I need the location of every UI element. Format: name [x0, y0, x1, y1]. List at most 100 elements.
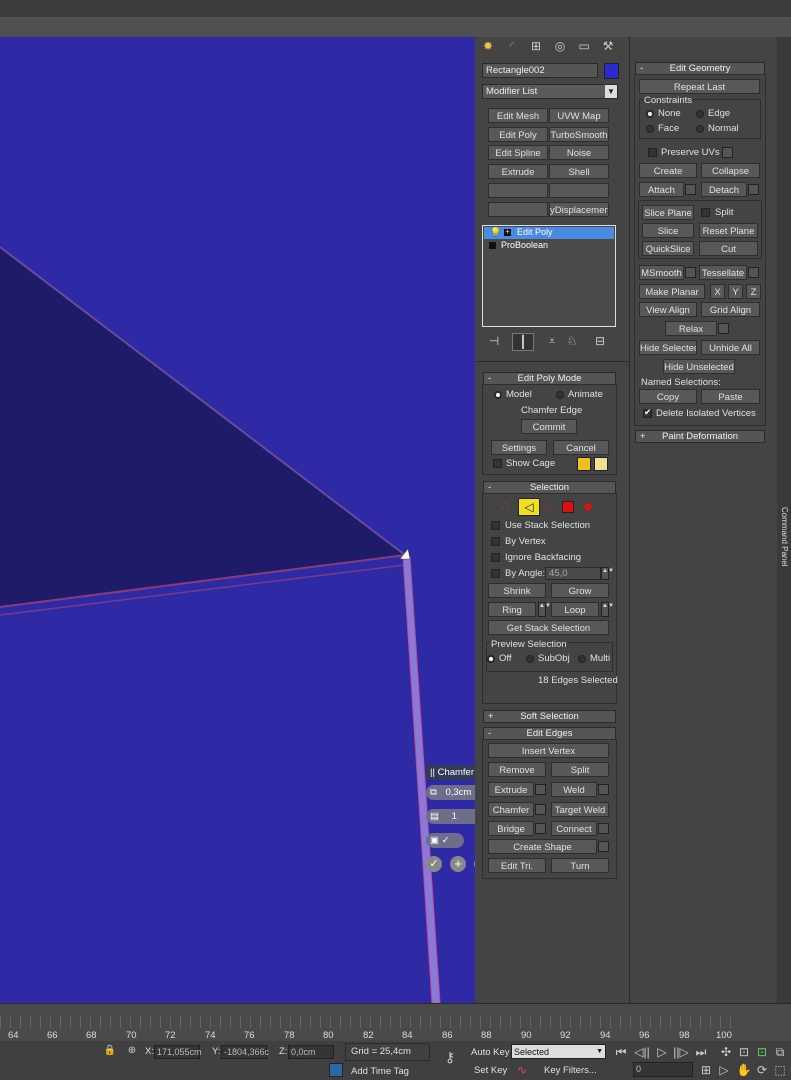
make-planar-button[interactable]: Make Planar: [639, 284, 705, 299]
view-align-button[interactable]: View Align: [639, 302, 697, 317]
use-stack-selection-checkbox[interactable]: [491, 521, 500, 530]
paste-button[interactable]: Paste: [701, 389, 760, 404]
modifier-button-edit-spline[interactable]: Edit Spline: [488, 145, 548, 160]
pan-icon[interactable]: ✋: [734, 1062, 754, 1078]
pin-stack-icon[interactable]: ⊣: [484, 333, 504, 349]
connect-button[interactable]: Connect: [551, 821, 597, 836]
soft-selection-rollout-header[interactable]: + Soft Selection: [483, 710, 616, 723]
modifier-stack[interactable]: 💡 + Edit Poly ProBoolean: [482, 225, 616, 327]
insert-vertex-button[interactable]: Insert Vertex: [488, 743, 609, 758]
constraint-normal-radio[interactable]: [696, 125, 704, 133]
utilities-tab-icon[interactable]: ⚒: [598, 38, 618, 54]
remove-modifier-icon[interactable]: ♘: [562, 333, 582, 349]
next-frame-icon[interactable]: ||▷: [671, 1044, 691, 1060]
modifier-button-edit-poly[interactable]: Edit Poly: [488, 127, 548, 142]
grow-button[interactable]: Grow: [551, 583, 609, 598]
loop-spinner-icon[interactable]: ▲▼: [601, 602, 614, 617]
object-name-field[interactable]: Rectangle002: [482, 63, 598, 78]
edit-tri-button[interactable]: Edit Tri.: [488, 858, 546, 873]
play-icon[interactable]: ▷: [652, 1044, 672, 1060]
preserve-uvs-settings-icon[interactable]: [722, 147, 733, 158]
bridge-button[interactable]: Bridge: [488, 821, 534, 836]
preserve-uvs-checkbox[interactable]: [648, 148, 657, 157]
key-mode-dropdown[interactable]: Selected ▼: [511, 1044, 606, 1059]
auto-key-button[interactable]: Auto Key: [471, 1047, 510, 1058]
caddy-ok-icon[interactable]: ✓: [426, 856, 442, 872]
planar-z-button[interactable]: Z: [746, 284, 761, 299]
hierarchy-tab-icon[interactable]: ⊞: [526, 38, 546, 54]
timeline[interactable]: 64 66 68 70 72 74 76 78 80 82 84 86 88 9…: [0, 1003, 791, 1042]
command-panel-tab[interactable]: Command Panel: [777, 37, 791, 1003]
element-mode-icon[interactable]: ◆: [578, 498, 598, 514]
constraint-face-radio[interactable]: [646, 125, 654, 133]
goto-start-icon[interactable]: ⏮: [611, 1044, 631, 1060]
caddy-apply-icon[interactable]: +: [450, 856, 466, 872]
by-vertex-checkbox[interactable]: [491, 537, 500, 546]
modifier-button-ydisplacement[interactable]: yDisplacement: [549, 202, 609, 217]
key-icon[interactable]: ⚷: [438, 1049, 462, 1065]
preview-off-radio[interactable]: [487, 655, 495, 663]
slice-button[interactable]: Slice: [642, 223, 694, 238]
bridge-settings-icon[interactable]: [535, 823, 546, 834]
z-coord-field[interactable]: 0,0cm: [288, 1045, 334, 1059]
shrink-button[interactable]: Shrink: [488, 583, 546, 598]
cage-color-swatch[interactable]: [577, 457, 591, 471]
modifier-button-turbosmooth[interactable]: TurboSmooth: [549, 127, 609, 142]
field-of-view-icon[interactable]: ⧉: [770, 1044, 790, 1060]
chamfer-open-toggle[interactable]: ▣ ✓: [426, 833, 464, 848]
paint-deformation-rollout-header[interactable]: + Paint Deformation: [635, 430, 765, 443]
zoom-extents-icon[interactable]: ⊡: [734, 1044, 754, 1060]
tessellate-settings-icon[interactable]: [748, 267, 759, 278]
reset-plane-button[interactable]: Reset Plane: [699, 223, 758, 238]
chamfer-amount-field[interactable]: ⧉ 0,3cm: [426, 785, 475, 800]
time-configuration-icon[interactable]: ▷: [714, 1062, 734, 1078]
show-cage-checkbox[interactable]: [493, 459, 502, 468]
modifier-button-uvw-map[interactable]: UVW Map: [549, 108, 609, 123]
quickslice-button[interactable]: QuickSlice: [642, 241, 694, 256]
modifier-button-shell[interactable]: Shell: [549, 164, 609, 179]
hide-unselected-button[interactable]: Hide Unselected: [663, 359, 735, 374]
create-button[interactable]: Create: [639, 163, 697, 178]
current-frame-field[interactable]: 0: [633, 1062, 693, 1077]
orbit-icon[interactable]: ⟳: [752, 1062, 772, 1078]
create-shape-button[interactable]: Create Shape: [488, 839, 597, 854]
commit-button[interactable]: Commit: [521, 419, 577, 434]
modifier-button-extrude[interactable]: Extrude: [488, 164, 548, 179]
show-end-result-icon[interactable]: ┃: [512, 333, 534, 351]
settings-button[interactable]: Settings: [491, 440, 547, 455]
modifier-button-empty-2[interactable]: [549, 183, 609, 198]
attach-settings-icon[interactable]: [685, 184, 696, 195]
relax-button[interactable]: Relax: [665, 321, 717, 336]
viewport[interactable]: || Chamfer ⧉ 0,3cm ▤ 1 ▣ ✓ ✓ + ✕: [0, 37, 475, 1003]
grid-align-button[interactable]: Grid Align: [701, 302, 760, 317]
modifier-button-empty-3[interactable]: [488, 202, 548, 217]
cage-selected-color-swatch[interactable]: [594, 457, 608, 471]
hide-selected-button[interactable]: Hide Selected: [639, 340, 697, 355]
previous-frame-icon[interactable]: ◁||: [632, 1044, 652, 1060]
tessellate-button[interactable]: Tessellate: [699, 265, 747, 280]
stack-item-edit-poly[interactable]: 💡 + Edit Poly: [484, 227, 614, 239]
extrude-button[interactable]: Extrude: [488, 782, 534, 797]
weld-button[interactable]: Weld: [551, 782, 597, 797]
relax-settings-icon[interactable]: [718, 323, 729, 334]
maximize-viewport-icon[interactable]: ⬚: [770, 1062, 790, 1078]
ring-spinner-icon[interactable]: ▲▼: [538, 602, 551, 617]
delete-isolated-vertices-checkbox[interactable]: [643, 407, 652, 418]
attach-button[interactable]: Attach: [639, 182, 684, 197]
modifier-button-noise[interactable]: Noise: [549, 145, 609, 160]
detach-button[interactable]: Detach: [701, 182, 747, 197]
x-coord-field[interactable]: 171,055cm: [154, 1045, 202, 1059]
msmooth-button[interactable]: MSmooth: [639, 265, 684, 280]
spinner-arrows-icon[interactable]: ▲▼: [601, 567, 614, 580]
extrude-settings-icon[interactable]: [535, 784, 546, 795]
lightbulb-icon[interactable]: 💡: [490, 227, 501, 238]
time-tag-icon[interactable]: [329, 1063, 343, 1077]
modifier-button-empty-1[interactable]: [488, 183, 548, 198]
create-shape-settings-icon[interactable]: [598, 841, 609, 852]
animate-radio[interactable]: [556, 391, 564, 399]
absolute-mode-icon[interactable]: ⊕: [122, 1043, 142, 1059]
turn-button[interactable]: Turn: [551, 858, 609, 873]
split-checkbox[interactable]: [701, 208, 710, 217]
unhide-all-button[interactable]: Unhide All: [701, 340, 760, 355]
preview-subobj-radio[interactable]: [526, 655, 534, 663]
